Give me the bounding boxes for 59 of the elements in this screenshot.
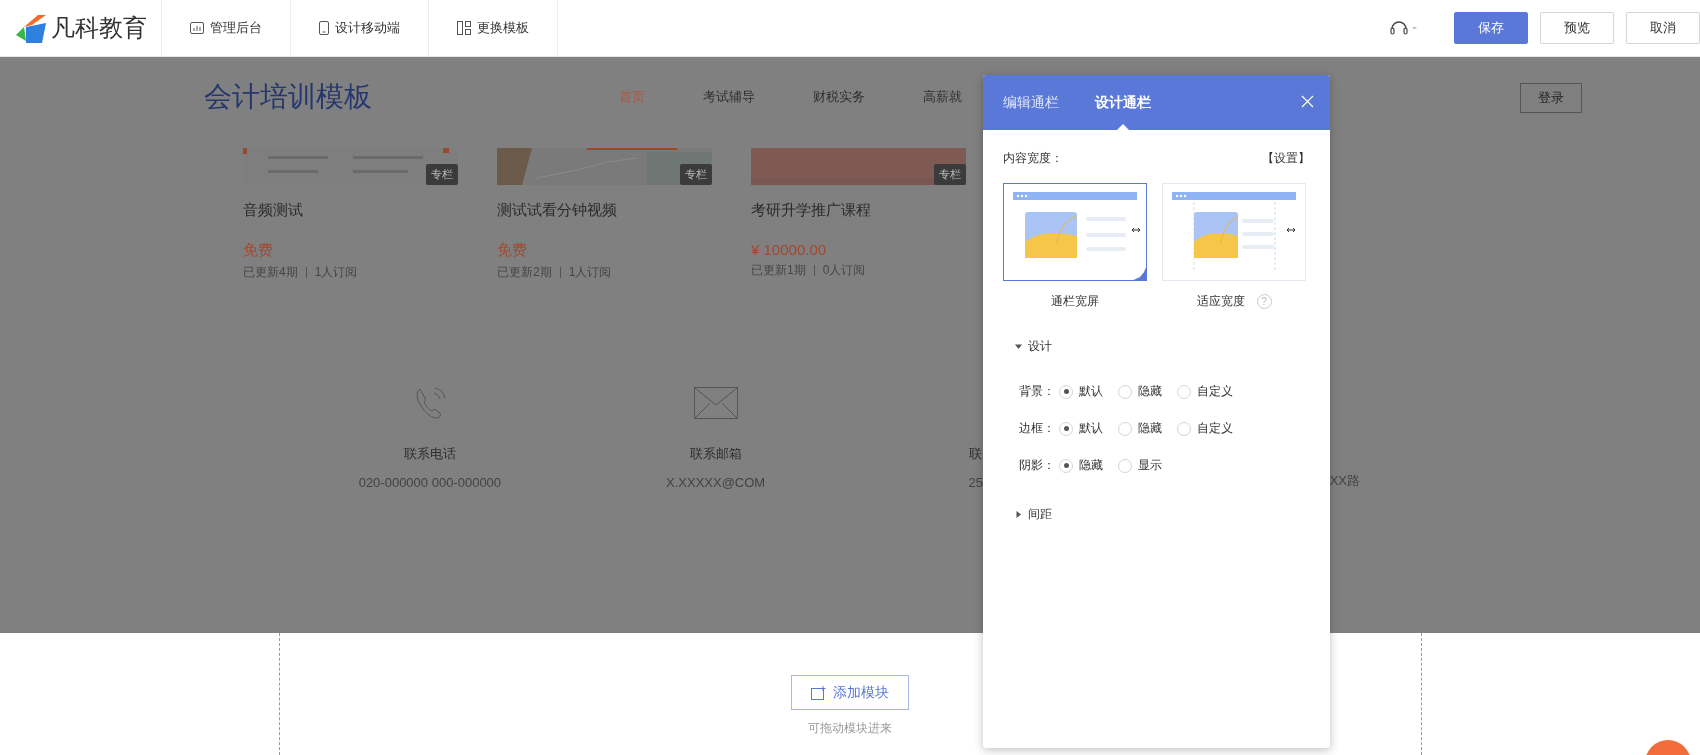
- chart-icon: [190, 22, 204, 34]
- panel-tab[interactable]: 设计通栏: [1095, 75, 1151, 130]
- caret-right-icon[interactable]: [1015, 511, 1022, 518]
- radio-option[interactable]: 隐藏: [1059, 457, 1118, 474]
- layout-option[interactable]: [1003, 183, 1147, 281]
- site-nav-link[interactable]: 考试辅导: [703, 77, 755, 117]
- radio-option[interactable]: 默认: [1059, 383, 1118, 400]
- radio-option[interactable]: 隐藏: [1118, 383, 1177, 400]
- site-nav-link[interactable]: 财税实务: [813, 77, 865, 117]
- contact-label: 联系电话: [403, 445, 456, 463]
- add-module-button[interactable]: 添加模块: [791, 675, 909, 710]
- radio-option[interactable]: 显示: [1118, 457, 1177, 474]
- site-title: 会计培训模板: [204, 80, 373, 114]
- field-label: 阴影：: [1019, 457, 1056, 474]
- toolbar-link[interactable]: 设计移动端: [291, 0, 429, 56]
- radio-option[interactable]: 默认: [1059, 420, 1118, 437]
- course-title[interactable]: 音频测试: [243, 201, 458, 220]
- column-badge: 专栏: [680, 164, 712, 185]
- close-icon[interactable]: [1301, 95, 1314, 108]
- section-title[interactable]: 设计: [1028, 338, 1052, 355]
- logo-icon: [14, 13, 48, 43]
- settings-link[interactable]: 【设置】: [1262, 150, 1310, 167]
- radio-option[interactable]: 隐藏: [1118, 420, 1177, 437]
- mobile-icon: [319, 21, 329, 35]
- course-price: 免费: [243, 241, 274, 260]
- action-button[interactable]: 预览: [1540, 12, 1614, 44]
- course-title[interactable]: 考研升学推广课程: [751, 201, 966, 220]
- toolbar-link[interactable]: 更换模板: [429, 0, 558, 56]
- contact-value: 020-000000 000-000000: [358, 475, 502, 490]
- contact-label: 联: [968, 445, 982, 463]
- caret-down-icon[interactable]: [1015, 343, 1022, 350]
- site-nav-link[interactable]: 高薪就: [923, 77, 962, 117]
- column-badge: 专栏: [426, 164, 458, 185]
- window-plus-icon: [811, 685, 827, 700]
- login-button[interactable]: 登录: [1520, 83, 1582, 113]
- column-badge: 专栏: [934, 164, 966, 185]
- section-title[interactable]: 间距: [1028, 506, 1052, 523]
- action-button[interactable]: 取消: [1626, 12, 1700, 44]
- contact-label: 联系邮箱: [689, 445, 742, 463]
- radio-option[interactable]: 自定义: [1177, 383, 1236, 400]
- field-label: 背景：: [1019, 383, 1056, 400]
- course-price: ¥ 10000.00: [751, 241, 828, 258]
- logo-text: 凡科教育: [51, 13, 147, 43]
- headset-icon[interactable]: [1390, 19, 1418, 37]
- radio-option[interactable]: 自定义: [1177, 420, 1236, 437]
- action-button[interactable]: 保存: [1454, 12, 1528, 44]
- field-label: 边框：: [1019, 420, 1056, 437]
- course-title[interactable]: 测试试看分钟视频: [497, 201, 712, 220]
- contact-value: 25: [968, 475, 983, 490]
- layout-option-label: 适应宽度: [1196, 293, 1245, 310]
- layout-option-label: 通栏宽屏: [1051, 293, 1099, 310]
- layout-icon: [457, 21, 471, 35]
- content-width-label: 内容宽度：: [1003, 150, 1063, 167]
- drop-hint: 可拖动模块进来: [808, 720, 892, 737]
- toolbar-link[interactable]: 管理后台: [162, 0, 291, 56]
- contact-value: XX路: [1329, 472, 1360, 490]
- contact-value: X.XXXXX@COM: [666, 475, 766, 490]
- course-price: 免费: [497, 241, 528, 260]
- mail-icon: [693, 387, 738, 419]
